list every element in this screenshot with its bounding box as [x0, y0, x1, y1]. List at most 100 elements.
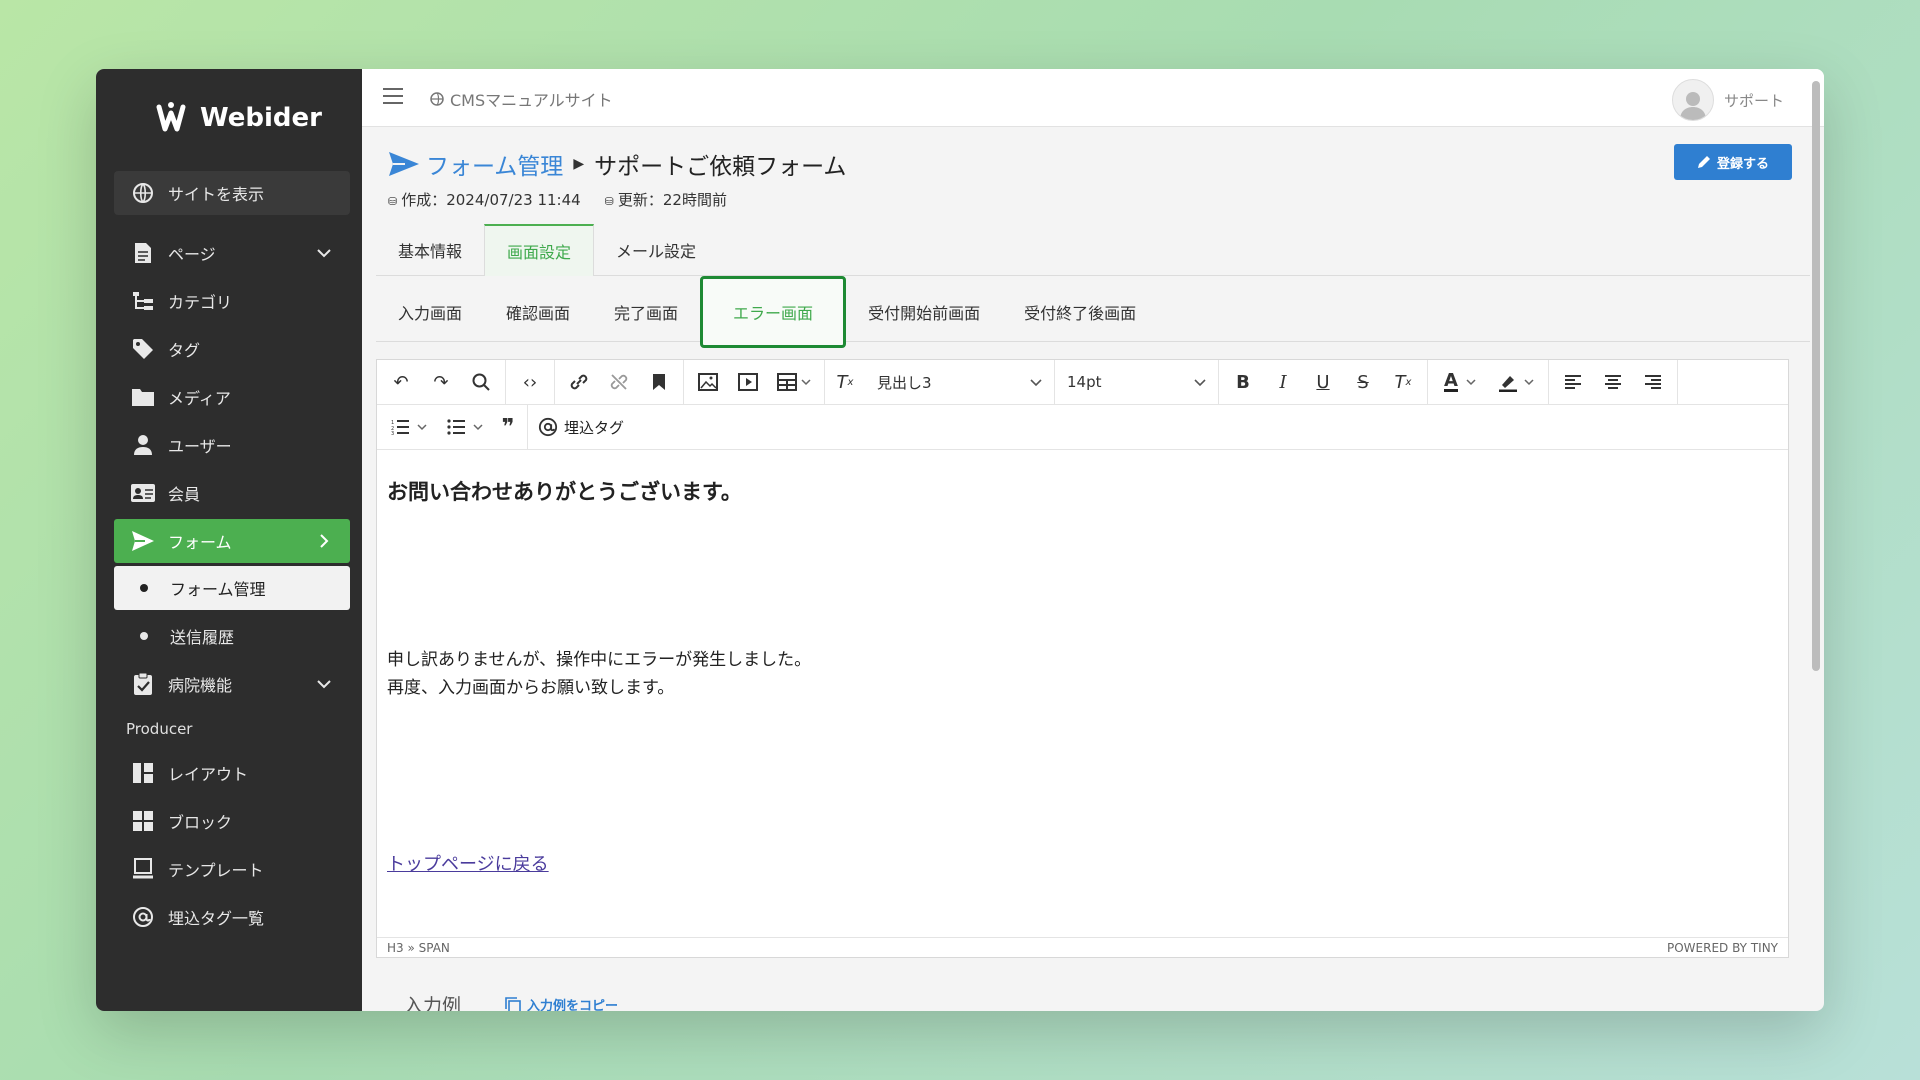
sidebar-item-blocks[interactable]: ブロック	[114, 799, 350, 843]
toolbar-group-colors: A	[1428, 360, 1549, 404]
site-name-link[interactable]: CMSマニュアルサイト	[430, 87, 613, 111]
bookmark-icon[interactable]	[639, 365, 679, 399]
unlink-icon[interactable]	[599, 365, 639, 399]
at-icon	[538, 417, 558, 437]
underline-icon[interactable]: U	[1303, 365, 1343, 399]
toolbar-group-links	[555, 360, 684, 404]
logo[interactable]: Webider	[156, 101, 322, 135]
video-icon[interactable]	[728, 365, 768, 399]
hamburger-menu-icon[interactable]	[382, 87, 404, 109]
align-center-icon[interactable]	[1593, 365, 1633, 399]
link-icon[interactable]	[559, 365, 599, 399]
toolbar-group-media	[684, 360, 825, 404]
logo-text: Webider	[200, 103, 322, 133]
search-icon[interactable]	[461, 365, 501, 399]
content-line-1: 申し訳ありませんが、操作中にエラーが発生しました。	[387, 650, 812, 670]
sidebar-item-label: 病院機能	[168, 676, 233, 695]
sidebar-section-producer: Producer	[126, 720, 193, 738]
undo-icon[interactable]: ↶	[381, 365, 421, 399]
copy-example-button[interactable]: 入力例をコピー	[505, 995, 618, 1011]
sidebar-item-pages[interactable]: ページ	[114, 231, 350, 275]
clear-format-icon[interactable]: Tx	[825, 365, 865, 399]
tab-mail-settings[interactable]: メール設定	[594, 225, 718, 275]
breadcrumb-form-management[interactable]: フォーム管理	[426, 147, 563, 181]
sidebar-item-templates[interactable]: テンプレート	[114, 847, 350, 891]
input-example-section: 入力例 入力例をコピー	[404, 991, 618, 1011]
numbered-list-icon[interactable]: 123	[381, 410, 437, 444]
site-name: CMSマニュアルサイト	[450, 91, 613, 110]
element-path[interactable]: H3 » SPAN	[387, 941, 450, 955]
sidebar-subitem-send-history[interactable]: 送信履歴	[114, 614, 350, 658]
remove-format-icon[interactable]: Tx	[1383, 365, 1423, 399]
editor-content-area[interactable]: お問い合わせありがとうございます。 申し訳ありませんが、操作中にエラーが発生しま…	[377, 450, 1788, 940]
register-button-label: 登録する	[1716, 156, 1769, 172]
content-heading: お問い合わせありがとうございます。	[387, 480, 742, 504]
text-color-icon[interactable]: A	[1432, 365, 1488, 399]
pencil-icon	[1697, 156, 1710, 168]
source-code-icon[interactable]: ‹›	[510, 365, 550, 399]
sidebar-item-layout[interactable]: レイアウト	[114, 751, 350, 795]
sidebar-item-label: フォーム管理	[170, 580, 266, 599]
bold-icon[interactable]: B	[1223, 365, 1263, 399]
created-date: ⛁ 作成：2024/07/23 11:44	[388, 191, 581, 209]
sidebar-item-tags[interactable]: タグ	[114, 327, 350, 371]
sidebar-item-label: 会員	[168, 485, 201, 504]
tab-after-reception-screen[interactable]: 受付終了後画面	[1002, 282, 1158, 341]
sidebar-subitem-form-management[interactable]: フォーム管理	[114, 566, 350, 610]
block-format-value: 見出し3	[877, 373, 932, 392]
toolbar-group-align	[1549, 360, 1678, 404]
align-left-icon[interactable]	[1553, 365, 1593, 399]
embed-tag-button[interactable]: 埋込タグ	[528, 405, 634, 449]
document-icon	[130, 240, 156, 266]
tab-error-screen[interactable]: エラー画面	[700, 275, 847, 348]
toolbar-row-1: ↶ ↷ ‹› T x 見出し3 14pt B I U S T x A	[377, 360, 1788, 405]
sidebar-item-forms[interactable]: フォーム	[114, 519, 350, 563]
page-title-text: サポートご依頼フォーム	[594, 154, 847, 180]
scrollbar[interactable]	[1812, 81, 1820, 671]
image-icon[interactable]	[688, 365, 728, 399]
view-site-button[interactable]: サイトを表示	[114, 171, 350, 215]
blocks-icon	[130, 808, 156, 834]
blockquote-icon[interactable]: ❞	[493, 410, 523, 444]
user-menu[interactable]: サポート	[1671, 79, 1784, 121]
sidebar-item-label: フォーム	[168, 533, 232, 552]
tab-input-screen[interactable]: 入力画面	[376, 282, 484, 341]
sidebar-item-label: タグ	[168, 341, 201, 360]
sidebar-item-members[interactable]: 会員	[114, 471, 350, 515]
clipboard-check-icon	[130, 671, 156, 697]
redo-icon[interactable]: ↷	[421, 365, 461, 399]
highlight-color-icon[interactable]	[1488, 365, 1544, 399]
chevron-down-icon	[1030, 373, 1042, 391]
sidebar-item-users[interactable]: ユーザー	[114, 423, 350, 467]
powered-by-tiny[interactable]: POWERED BY TINY	[1667, 941, 1778, 955]
table-icon[interactable]	[768, 365, 820, 399]
user-name: サポート	[1723, 91, 1784, 110]
logo-icon	[156, 102, 186, 132]
chevron-down-icon	[314, 674, 334, 694]
align-right-icon[interactable]	[1633, 365, 1673, 399]
tab-confirm-screen[interactable]: 確認画面	[484, 282, 592, 341]
tab-complete-screen[interactable]: 完了画面	[592, 282, 700, 341]
sidebar-item-label: メディア	[168, 389, 231, 408]
register-button[interactable]: 登録する	[1674, 144, 1792, 180]
bullet-icon	[140, 632, 148, 640]
bullet-list-icon[interactable]	[437, 410, 493, 444]
strikethrough-icon[interactable]: S	[1343, 365, 1383, 399]
tab-screen-settings[interactable]: 画面設定	[484, 224, 595, 276]
top-page-link[interactable]: トップページに戻る	[387, 850, 549, 876]
tab-basic-info[interactable]: 基本情報	[376, 225, 484, 275]
sidebar-item-embed-tags[interactable]: 埋込タグ一覧	[114, 895, 350, 939]
sidebar-item-media[interactable]: メディア	[114, 375, 350, 419]
sidebar-item-hospital-functions[interactable]: 病院機能	[114, 662, 350, 706]
updated-date: ⛁ 更新：22時間前	[604, 191, 727, 209]
editor-statusbar: H3 » SPAN POWERED BY TINY	[377, 937, 1788, 957]
font-size-select[interactable]: 14pt	[1055, 360, 1219, 404]
copy-example-label: 入力例をコピー	[527, 999, 619, 1011]
copy-icon	[505, 996, 521, 1011]
italic-icon[interactable]: I	[1263, 365, 1303, 399]
chevron-right-icon	[314, 531, 334, 551]
page-meta: ⛁ 作成：2024/07/23 11:44 ⛁ 更新：22時間前	[388, 189, 846, 210]
block-format-select[interactable]: 見出し3	[865, 360, 1055, 404]
tab-before-reception-screen[interactable]: 受付開始前画面	[846, 282, 1002, 341]
sidebar-item-categories[interactable]: カテゴリ	[114, 279, 350, 323]
